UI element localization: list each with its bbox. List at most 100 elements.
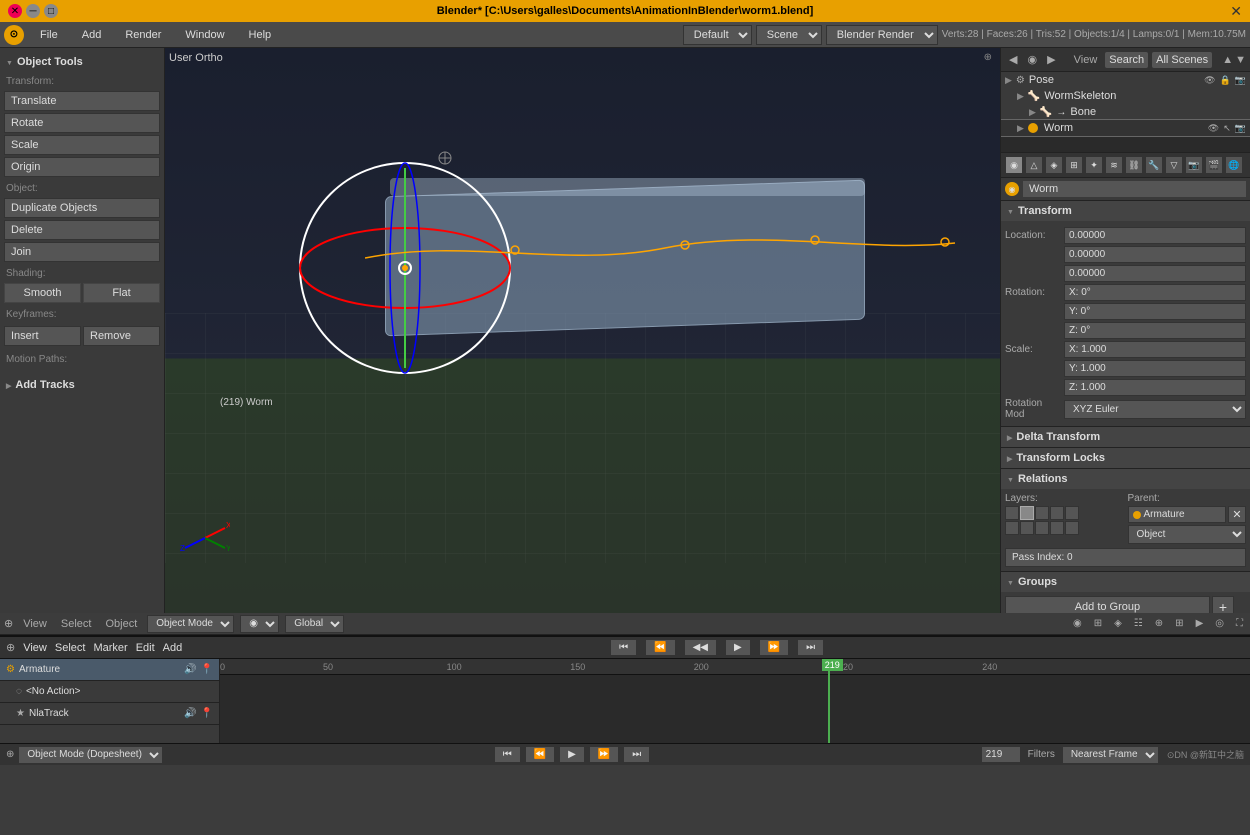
footer-play-btn[interactable]: ⏮	[494, 746, 521, 763]
layer-2[interactable]	[1020, 506, 1034, 520]
layer-1[interactable]	[1005, 506, 1019, 520]
menu-window[interactable]: Window	[177, 27, 232, 43]
add-tracks-header[interactable]: Add Tracks	[4, 375, 160, 395]
maximize-btn[interactable]: □	[44, 4, 58, 18]
rotation-z[interactable]	[1064, 322, 1246, 339]
object-tools-header[interactable]: Object Tools	[4, 52, 160, 72]
vp-icon-1[interactable]: ◉	[1070, 618, 1085, 629]
vp-icon-8[interactable]: ◎	[1212, 618, 1227, 629]
track-nla[interactable]: ★ NlaTrack 🔊 📍	[0, 703, 219, 725]
track-armature-speaker[interactable]: 🔊	[184, 664, 196, 675]
vp-icon-2[interactable]: ⊞	[1091, 618, 1105, 629]
scale-y[interactable]	[1064, 360, 1246, 377]
props-btn-modifiers[interactable]: 🔧	[1145, 156, 1163, 174]
groups-header[interactable]: Groups	[1001, 572, 1250, 592]
rp-back-btn[interactable]: ◀	[1005, 51, 1021, 68]
vp-object-menu[interactable]: Object	[101, 616, 141, 632]
transform-section-header[interactable]: Transform	[1001, 201, 1250, 221]
tl-view-menu[interactable]: View	[23, 642, 47, 654]
vp-coord-select[interactable]: Global	[285, 615, 344, 633]
props-btn-physics[interactable]: ≋	[1105, 156, 1123, 174]
layer-3[interactable]	[1035, 506, 1049, 520]
rp-forward-btn[interactable]: ▶	[1043, 51, 1059, 68]
vp-mode-select[interactable]: Object Mode	[147, 615, 234, 633]
relations-header[interactable]: Relations	[1001, 469, 1250, 489]
footer-end-btn[interactable]: ⏩	[589, 746, 619, 763]
scale-btn[interactable]: Scale	[4, 135, 160, 155]
track-armature[interactable]: ⚙ Armature 🔊 📍	[0, 659, 219, 681]
tree-item-wormskeleton[interactable]: ▶ 🦴 WormSkeleton	[1001, 88, 1250, 104]
layer-7[interactable]	[1020, 521, 1034, 535]
tree-item-worm[interactable]: ▶ Worm 👁 ↖ 📷	[1001, 120, 1250, 136]
rotation-y[interactable]	[1064, 303, 1246, 320]
close-btn[interactable]: ✕	[8, 4, 22, 18]
worm-lock[interactable]: ↖	[1223, 123, 1231, 134]
footer-stop-btn[interactable]: ⏪	[525, 746, 555, 763]
delete-btn[interactable]: Delete	[4, 220, 160, 240]
rotation-x[interactable]	[1064, 284, 1246, 301]
menu-file[interactable]: File	[32, 27, 66, 43]
rp-view-tab[interactable]: View	[1070, 52, 1102, 68]
smooth-btn[interactable]: Smooth	[4, 283, 81, 303]
current-frame-input[interactable]	[981, 746, 1021, 763]
track-no-action[interactable]: ◌ <No Action>	[0, 681, 219, 703]
props-btn-object[interactable]: ◉	[1005, 156, 1023, 174]
worm-render[interactable]: 📷	[1235, 123, 1246, 134]
tl-select-menu[interactable]: Select	[55, 642, 86, 654]
insert-btn[interactable]: Insert	[4, 326, 81, 346]
parent-clear-btn[interactable]: ✕	[1228, 506, 1246, 523]
delta-transform-header[interactable]: Delta Transform	[1001, 427, 1250, 447]
worm-eye[interactable]: 👁	[1208, 123, 1219, 134]
object-name-field[interactable]	[1023, 181, 1246, 197]
location-z[interactable]	[1064, 265, 1246, 282]
tl-add-menu[interactable]: Add	[163, 642, 183, 654]
pose-render[interactable]: 📷	[1235, 75, 1246, 86]
add-to-group-btn[interactable]: Add to Group	[1005, 596, 1210, 613]
timeline-playhead[interactable]: 219	[828, 659, 830, 743]
timeline-right[interactable]: 0 50 100 150 200 220 240 219	[220, 659, 1250, 743]
nla-speaker[interactable]: 🔊	[184, 708, 196, 719]
minimize-btn[interactable]: ─	[26, 4, 40, 18]
scale-x[interactable]	[1064, 341, 1246, 358]
scale-z[interactable]	[1064, 379, 1246, 396]
vp-icon-6[interactable]: ⊞	[1172, 618, 1186, 629]
origin-btn[interactable]: Origin	[4, 157, 160, 177]
duplicate-btn[interactable]: Duplicate Objects	[4, 198, 160, 218]
footer-mode-select[interactable]: Object Mode (Dopesheet)	[18, 746, 163, 764]
pose-eye[interactable]: 👁	[1204, 75, 1215, 86]
menu-render[interactable]: Render	[117, 27, 169, 43]
vp-expand-btn[interactable]: ⊕	[4, 617, 13, 630]
tl-prev-btn[interactable]: ⏪	[645, 639, 675, 656]
footer-filter[interactable]: Filters	[1025, 749, 1058, 760]
tl-next-btn[interactable]: ⏩	[759, 639, 789, 656]
menu-help[interactable]: Help	[241, 27, 280, 43]
rot-mod-select[interactable]: XYZ Euler	[1064, 400, 1246, 419]
rotate-btn[interactable]: Rotate	[4, 113, 160, 133]
props-btn-render[interactable]: 📷	[1185, 156, 1203, 174]
layout-select[interactable]: Default	[683, 25, 752, 45]
pose-lock[interactable]: 🔒	[1220, 75, 1231, 86]
layer-9[interactable]	[1050, 521, 1064, 535]
tl-edit-menu[interactable]: Edit	[136, 642, 155, 654]
tree-item-bone[interactable]: ▶ 🦴 → Bone	[1001, 104, 1250, 120]
vp-pivot-select[interactable]: ◉	[240, 615, 279, 633]
props-btn-scene[interactable]: 🎬	[1205, 156, 1223, 174]
parent-type-select[interactable]: Object	[1128, 525, 1247, 544]
layer-4[interactable]	[1050, 506, 1064, 520]
add-group-plus-btn[interactable]: +	[1212, 596, 1234, 613]
props-btn-material[interactable]: ◈	[1045, 156, 1063, 174]
vp-icon-5[interactable]: ⊕	[1152, 618, 1166, 629]
rp-home-btn[interactable]: ◉	[1023, 51, 1041, 68]
props-btn-texture[interactable]: ⊞	[1065, 156, 1083, 174]
translate-btn[interactable]: Translate	[4, 91, 160, 111]
nla-lock[interactable]: 📍	[201, 708, 213, 719]
pass-index-btn[interactable]: Pass Index: 0	[1005, 548, 1246, 567]
tl-marker-menu[interactable]: Marker	[93, 642, 127, 654]
engine-select[interactable]: Blender Render	[826, 25, 938, 45]
join-btn[interactable]: Join	[4, 242, 160, 262]
tl-play-btn[interactable]: ▶	[725, 639, 751, 656]
flat-btn[interactable]: Flat	[83, 283, 160, 303]
vp-icon-7[interactable]: ▶	[1193, 618, 1207, 629]
transform-locks-header[interactable]: Transform Locks	[1001, 448, 1250, 468]
layer-8[interactable]	[1035, 521, 1049, 535]
